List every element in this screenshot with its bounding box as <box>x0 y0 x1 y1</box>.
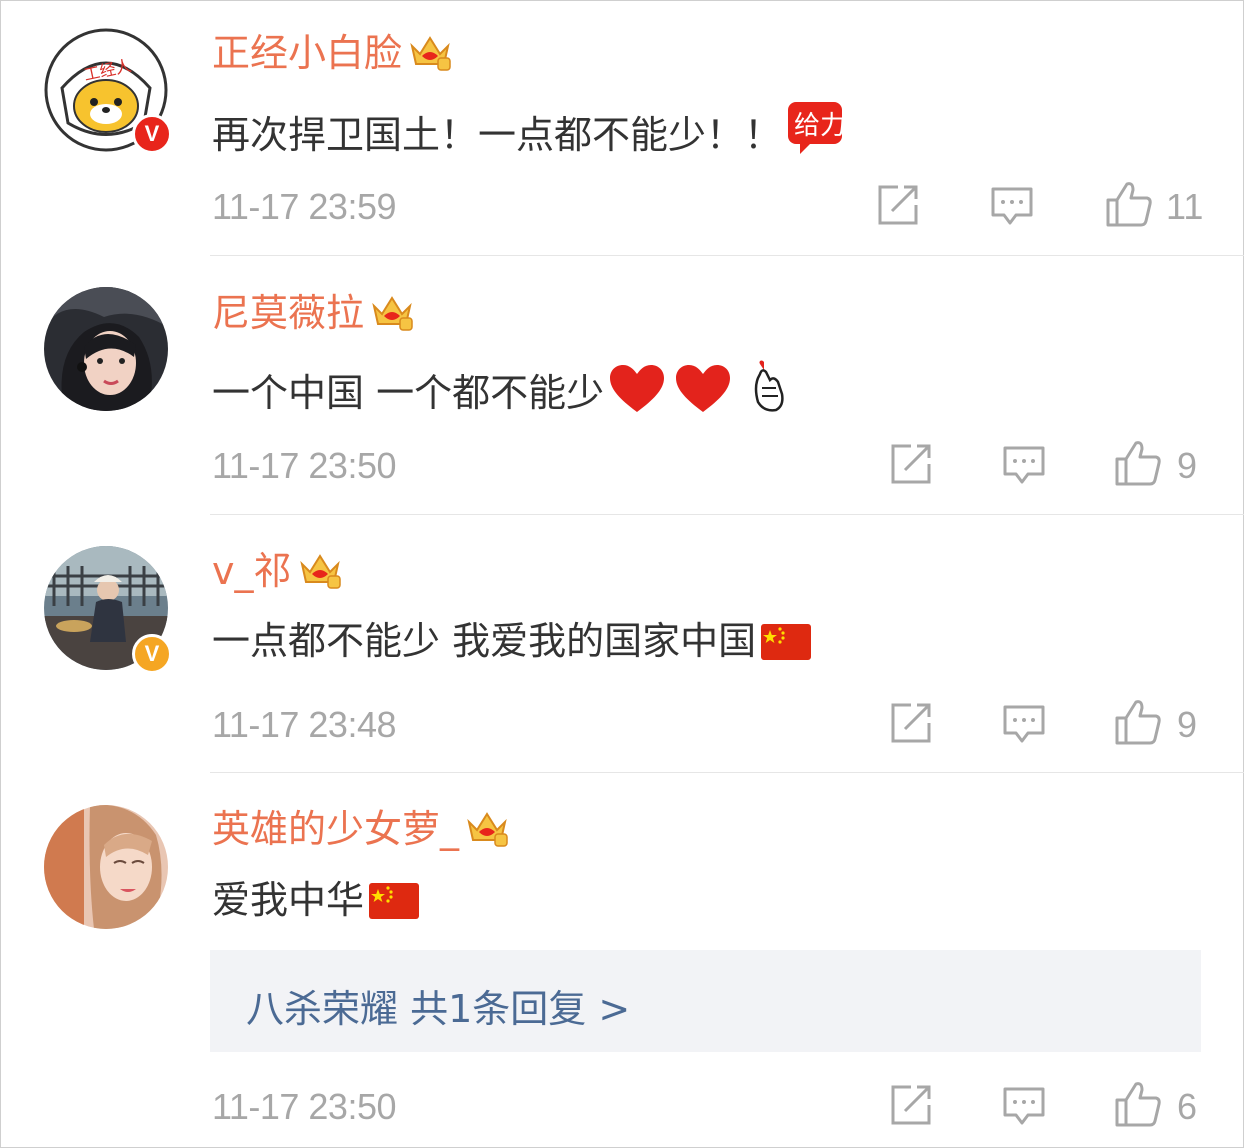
share-icon[interactable] <box>876 183 920 227</box>
china-flag-emoji <box>761 624 812 660</box>
reply-link[interactable]: 八杀荣耀 共1条回复 > <box>246 978 630 1033</box>
comment-text: 爱我中华 <box>212 876 420 924</box>
share-icon[interactable] <box>889 1083 933 1127</box>
reply-preview[interactable]: 八杀荣耀 共1条回复 > <box>210 950 1201 1052</box>
avatar[interactable] <box>44 805 168 929</box>
share-icon[interactable] <box>889 701 933 745</box>
timestamp: 11-17 23:48 <box>212 704 397 745</box>
like-count: 9 <box>1177 445 1198 486</box>
timestamp: 11-17 23:50 <box>212 1086 397 1127</box>
china-flag-emoji <box>369 883 420 919</box>
crown-badge-icon <box>299 554 341 589</box>
comment-icon[interactable] <box>990 183 1034 227</box>
username[interactable]: 尼莫薇拉 <box>212 290 414 336</box>
comment-icon[interactable] <box>1002 442 1046 486</box>
comment-text: 一个中国 一个都不能少 <box>212 358 788 417</box>
heart-emoji <box>676 365 731 412</box>
svg-text:给力: 给力 <box>794 111 844 141</box>
divider <box>210 514 1244 515</box>
comment-icon[interactable] <box>1002 1083 1046 1127</box>
username[interactable]: 英雄的少女萝_ <box>212 806 509 852</box>
like-count: 9 <box>1177 704 1198 745</box>
like-count: 11 <box>1166 186 1204 227</box>
timestamp: 11-17 23:50 <box>212 445 397 486</box>
timestamp: 11-17 23:59 <box>212 186 397 227</box>
divider <box>210 772 1244 773</box>
verified-badge-icon: V <box>132 634 172 674</box>
thumbs-up-icon[interactable] <box>1114 1080 1162 1128</box>
thumbs-up-icon[interactable] <box>1114 698 1162 746</box>
crown-badge-icon <box>372 296 413 331</box>
username[interactable]: v_祁 <box>212 548 342 594</box>
like-count: 6 <box>1177 1086 1198 1127</box>
divider <box>210 255 1244 256</box>
geili-sticker: 给力 <box>788 102 844 154</box>
verified-badge-icon: V <box>132 114 172 154</box>
avatar[interactable] <box>44 287 168 411</box>
crown-badge-icon <box>467 812 508 847</box>
comment-text: 再次捍卫国土！一点都不能少！！ 给力 <box>212 100 844 159</box>
comment-text: 一点都不能少 我爱我的国家中国 <box>212 617 812 665</box>
username[interactable]: 正经小白脸 <box>212 30 452 76</box>
thumbs-up-icon[interactable] <box>1114 439 1162 487</box>
finger-heart-emoji <box>754 360 784 412</box>
crown-badge-icon <box>410 36 451 71</box>
thumbs-up-icon[interactable] <box>1105 180 1153 228</box>
comment-icon[interactable] <box>1002 701 1046 745</box>
heart-emoji <box>610 365 665 412</box>
share-icon[interactable] <box>889 442 933 486</box>
